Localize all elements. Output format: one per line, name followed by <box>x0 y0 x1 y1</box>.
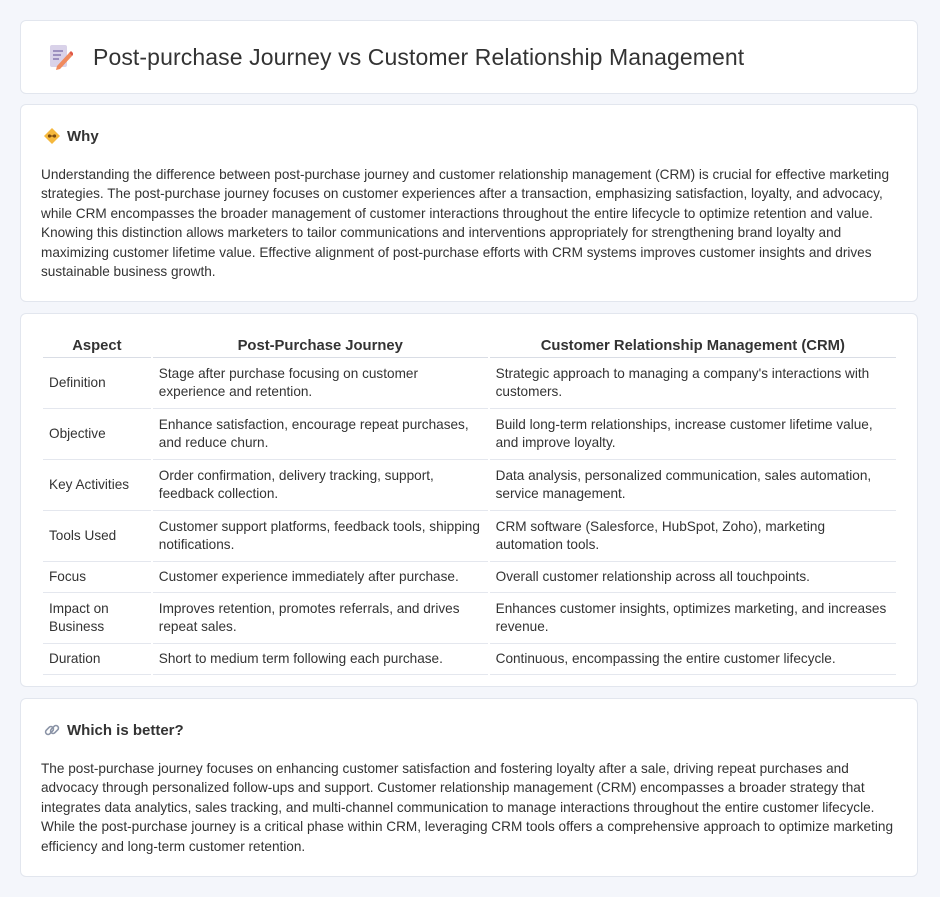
column-header-crm: Customer Relationship Management (CRM) <box>489 334 896 358</box>
column-header-aspect: Aspect <box>43 334 151 358</box>
row-aspect: Duration <box>43 644 151 675</box>
table-row: Key Activities Order confirmation, deliv… <box>43 460 896 511</box>
row-aspect: Tools Used <box>43 511 151 562</box>
row-crm: Build long-term relationships, increase … <box>489 409 896 460</box>
row-aspect: Impact on Business <box>43 593 151 644</box>
row-crm: Continuous, encompassing the entire cust… <box>489 644 896 675</box>
table-row: Duration Short to medium term following … <box>43 644 896 675</box>
row-post-purchase: Short to medium term following each purc… <box>152 644 488 675</box>
table-row: Objective Enhance satisfaction, encourag… <box>43 409 896 460</box>
why-heading: Why <box>67 127 99 145</box>
row-post-purchase: Customer support platforms, feedback too… <box>152 511 488 562</box>
row-aspect: Definition <box>43 358 151 409</box>
page-title: Post-purchase Journey vs Customer Relati… <box>93 43 745 70</box>
title-row: Post-purchase Journey vs Customer Relati… <box>47 43 744 71</box>
row-post-purchase: Order confirmation, delivery tracking, s… <box>152 460 488 511</box>
link-icon <box>44 724 60 736</box>
row-post-purchase: Enhance satisfaction, encourage repeat p… <box>152 409 488 460</box>
row-aspect: Objective <box>43 409 151 460</box>
which-is-better-section: Which is better? The post-purchase journ… <box>20 698 918 877</box>
better-heading: Which is better? <box>67 721 184 739</box>
why-paragraph: Understanding the difference between pos… <box>41 167 890 280</box>
row-aspect: Focus <box>43 562 151 593</box>
better-heading-row: Which is better? <box>43 721 184 739</box>
table-row: Impact on Business Improves retention, p… <box>43 593 896 644</box>
better-paragraph: The post-purchase journey focuses on enh… <box>41 761 894 854</box>
row-crm: Strategic approach to managing a company… <box>489 358 896 409</box>
row-crm: Enhances customer insights, optimizes ma… <box>489 593 896 644</box>
table-row: Focus Customer experience immediately af… <box>43 562 896 593</box>
row-crm: Overall customer relationship across all… <box>489 562 896 593</box>
comparison-table: Aspect Post-Purchase Journey Customer Re… <box>41 334 898 675</box>
row-crm: CRM software (Salesforce, HubSpot, Zoho)… <box>489 511 896 562</box>
table-header-row: Aspect Post-Purchase Journey Customer Re… <box>43 334 896 358</box>
row-post-purchase: Stage after purchase focusing on custome… <box>152 358 488 409</box>
column-header-post-purchase: Post-Purchase Journey <box>152 334 488 358</box>
row-aspect: Key Activities <box>43 460 151 511</box>
row-post-purchase: Improves retention, promotes referrals, … <box>152 593 488 644</box>
why-heading-row: Why <box>43 127 99 145</box>
table-row: Tools Used Customer support platforms, f… <box>43 511 896 562</box>
comparison-table-card: Aspect Post-Purchase Journey Customer Re… <box>20 313 918 687</box>
header-card: Post-purchase Journey vs Customer Relati… <box>20 20 918 94</box>
document-edit-icon <box>50 45 73 70</box>
row-post-purchase: Customer experience immediately after pu… <box>152 562 488 593</box>
why-section: Why Understanding the difference between… <box>20 104 918 302</box>
row-crm: Data analysis, personalized communicatio… <box>489 460 896 511</box>
handshake-icon <box>44 128 60 144</box>
table-row: Definition Stage after purchase focusing… <box>43 358 896 409</box>
